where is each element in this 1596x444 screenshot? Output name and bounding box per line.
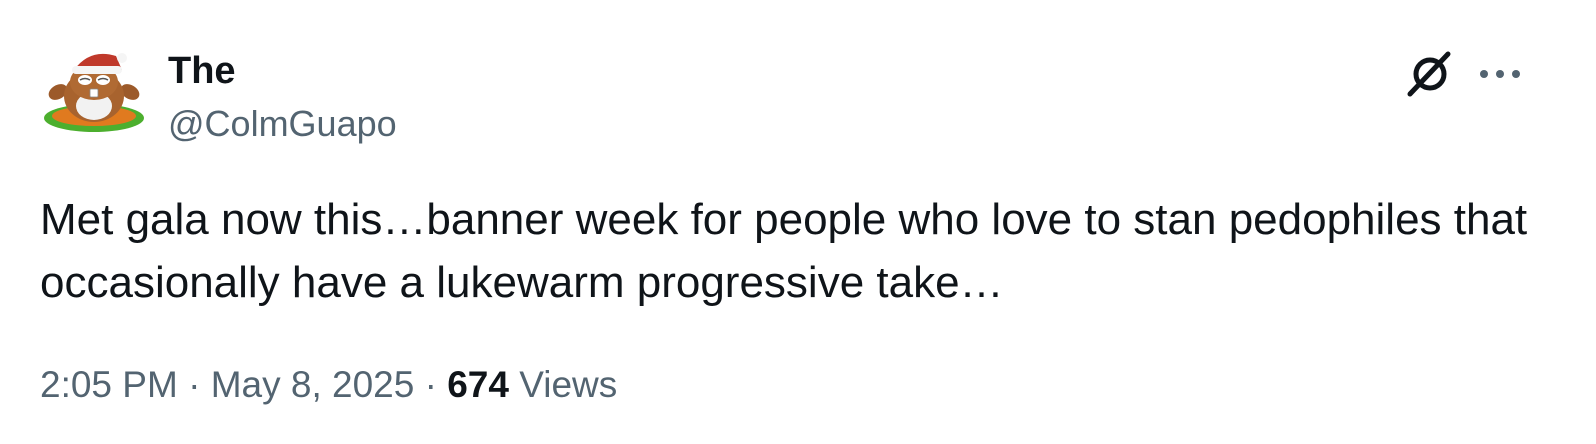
author-handle[interactable]: @ColmGuapo [168, 102, 397, 146]
groundhog-avatar-icon [44, 53, 144, 132]
tweet-time[interactable]: 2:05 PM [40, 364, 178, 405]
meta-separator: · [424, 364, 437, 405]
avatar[interactable] [38, 46, 150, 138]
tweet-metadata: 2:05 PM · May 8, 2025 · 674 Views [40, 360, 617, 410]
grok-icon[interactable] [1404, 50, 1454, 100]
tweet-text: Met gala now this…banner week for people… [40, 195, 1528, 307]
more-dots-icon[interactable] [1476, 56, 1524, 92]
tweet-date[interactable]: May 8, 2025 [211, 364, 415, 405]
author-display-name[interactable]: The [168, 48, 236, 94]
view-count[interactable]: 674 [447, 364, 509, 405]
meta-separator: · [188, 364, 201, 405]
views-label[interactable]: Views [519, 364, 617, 405]
tweet-card: The @ColmGuapo Met gala now this…banner … [0, 0, 1596, 444]
